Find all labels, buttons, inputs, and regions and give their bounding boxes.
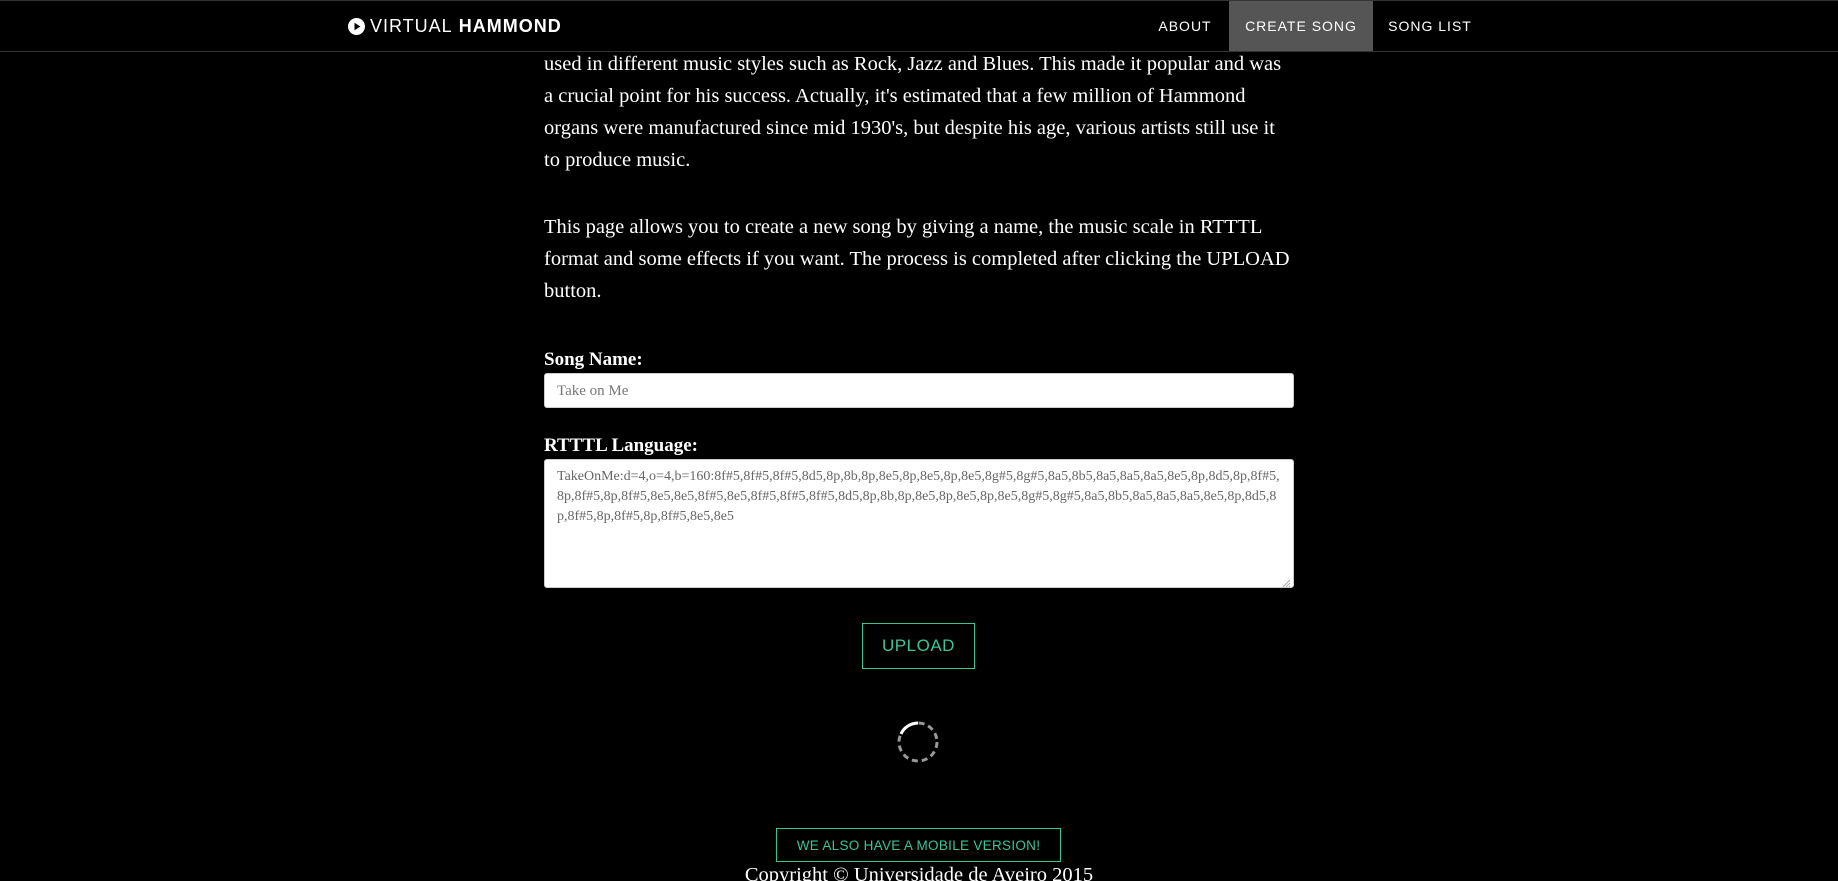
nav-menu: ABOUT CREATE SONG SONG LIST [0, 1, 1838, 51]
nav-item-create-song[interactable]: CREATE SONG [1229, 1, 1373, 51]
rtttl-label: RTTTL Language: [544, 435, 699, 456]
song-name-placeholder: Take on Me [557, 382, 629, 399]
song-name-input[interactable]: Take on Me [544, 373, 1294, 408]
rtttl-textarea[interactable]: TakeOnMe:d=4,o=4,b=160:8f#5,8f#5,8f#5,8d… [544, 459, 1294, 588]
nav-item-song-list[interactable]: SONG LIST [1373, 1, 1487, 51]
instructions-paragraph: This page allows you to create a new son… [544, 216, 1290, 302]
copyright-text: Copyright © Universidade de Aveiro 2015 [744, 864, 1094, 881]
intro-paragraph: used in different music styles such as R… [544, 53, 1282, 171]
upload-button[interactable]: UPLOAD [862, 623, 975, 669]
loading-spinner-icon [896, 720, 940, 764]
nav-item-about[interactable]: ABOUT [1145, 1, 1225, 51]
resize-grip-icon[interactable] [1281, 575, 1291, 587]
rtttl-placeholder: TakeOnMe:d=4,o=4,b=160:8f#5,8f#5,8f#5,8d… [557, 469, 1280, 524]
song-name-label: Song Name: [544, 349, 643, 370]
mobile-version-button[interactable]: WE ALSO HAVE A MOBILE VERSION! [776, 828, 1061, 862]
navbar: VIRTUAL HAMMOND ABOUT CREATE SONG SONG L… [0, 0, 1838, 52]
